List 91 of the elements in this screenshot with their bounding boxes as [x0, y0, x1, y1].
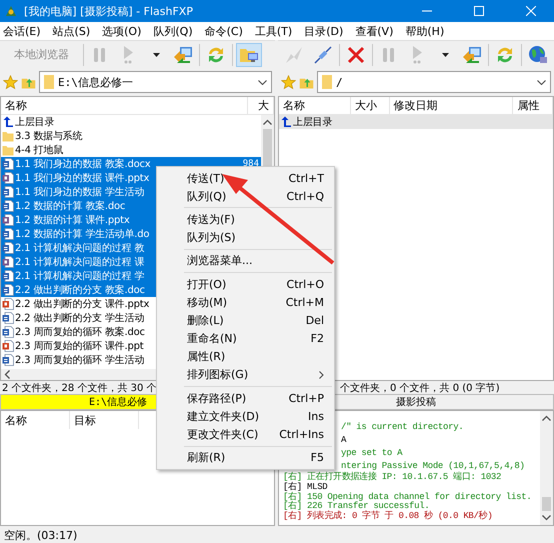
menu-entry[interactable]: 建立文件夹(D) Ins	[157, 407, 334, 426]
log-line: ype set to A	[341, 447, 404, 460]
app-icon	[4, 4, 18, 18]
menu-item[interactable]: 选项(O)	[101, 24, 142, 38]
file-name: 2.1 计算机解决问题的过程 课	[15, 256, 144, 269]
transfer-icon	[462, 44, 482, 64]
menu-entry[interactable]: 刷新(R) F5	[157, 448, 334, 467]
menu-item[interactable]: 目录(D)	[303, 24, 344, 38]
file-name: 2.1 计算机解决问题的过程 教	[15, 242, 144, 255]
log-line: [右] 150 Opening data channel for directory list.	[283, 492, 532, 502]
file-name: 2.3 周而复始的循环 教案.doc	[15, 326, 145, 339]
menu-item[interactable]: 工具(T)	[254, 24, 294, 38]
log-line: [右] 226 Transfer successful.	[283, 502, 430, 512]
menu-entry[interactable]: 重命名(N) F2	[157, 330, 334, 348]
scroll-thumb[interactable]	[542, 497, 551, 511]
file-name: 1.1 我们身边的数据 学生活动	[15, 186, 144, 199]
column-header[interactable]: 大小	[350, 97, 390, 114]
path-text: /	[336, 76, 344, 88]
file-row[interactable]: 上层目录	[279, 115, 553, 129]
menu-item[interactable]: 帮助(H)	[404, 24, 446, 38]
path-field[interactable]: E:\信息必修一	[39, 71, 272, 93]
file-name: 3.3 数据与系统	[15, 130, 82, 143]
path-field[interactable]: /	[317, 71, 551, 93]
scroll-up-icon[interactable]	[263, 119, 272, 125]
close-icon[interactable]	[526, 6, 536, 16]
globe-icon	[528, 44, 548, 64]
path-text: E:\信息必修一	[58, 74, 134, 90]
status-text: 空闲。(03:17)	[4, 528, 78, 542]
file-row[interactable]: 4-4 打地鼠	[1, 143, 261, 157]
view-button[interactable]	[236, 42, 262, 66]
file-name: 1.1 我们身边的数据 课件.pptx	[15, 172, 150, 185]
log-line: [右] 正在打开数据连接 IP: 10.1.67.5 端口: 1032	[283, 473, 502, 482]
log-line: A	[341, 434, 348, 447]
column-header[interactable]: 名称	[1, 411, 70, 429]
file-name: 2.2 做出判断的分支 学生活动	[15, 312, 144, 325]
scroll-up-icon[interactable]	[542, 415, 551, 421]
menu-entry[interactable]: 排列图标(G)	[157, 366, 334, 384]
pane-status: 个文件夹，0 个文件，共 0 (0 字节)	[339, 382, 501, 394]
maximize-icon[interactable]	[474, 6, 484, 16]
close-icon	[346, 44, 366, 64]
file-name: 1.2 数据的计算 课件.pptx	[15, 214, 130, 227]
log-line: /" is current directory.	[341, 421, 464, 434]
star-icon[interactable]	[3, 74, 18, 90]
pane-status: 2 个文件夹，28 个文件，共 30 个	[1, 382, 158, 394]
file-name: 1.1 我们身边的数据 教案.docx	[15, 158, 151, 171]
log-line: [右] MLSD	[283, 482, 328, 492]
menu-item[interactable]: 查看(V)	[354, 24, 394, 38]
file-name: 1.2 数据的计算 学生活动单.do	[15, 228, 150, 241]
scroll-down-icon[interactable]	[542, 515, 551, 521]
caret-icon	[442, 52, 448, 56]
column-header[interactable]: 修改日期	[390, 97, 514, 114]
column-header[interactable]: 大	[248, 97, 274, 114]
menu-entry[interactable]: 属性(R)	[157, 348, 334, 366]
log-line: [右] 列表完成: 0 字节 于 0.08 秒 (0.0 KB/秒)	[283, 512, 494, 522]
menu-entry[interactable]: 更改文件夹(C) Ctrl+Ins	[157, 425, 334, 444]
menu-item[interactable]: 命令(C)	[204, 24, 244, 38]
file-row[interactable]: 3.3 数据与系统	[1, 129, 261, 143]
folder-icon	[2, 130, 14, 142]
file-name: 上层目录	[293, 116, 332, 129]
column-header[interactable]: 属性	[513, 97, 553, 114]
plug-icon	[313, 44, 333, 64]
star-icon[interactable]	[281, 74, 296, 90]
scrollbar[interactable]	[540, 411, 553, 525]
menu-item[interactable]: 站点(S)	[52, 24, 92, 38]
file-name: 上层目录	[15, 116, 54, 129]
caret-icon	[152, 52, 160, 56]
file-name: 2.2 做出判断的分支 教案.doc	[15, 284, 145, 297]
up-arrow-icon	[280, 116, 292, 128]
transfer-icon	[173, 44, 193, 64]
window-title: [我的电脑] [摄影投稿] - FlashFXP	[24, 4, 194, 18]
log-line: ntering Passive Mode (10,1,67,5,4,8)	[341, 460, 526, 472]
up-arrow-icon	[2, 116, 14, 128]
file-name: 2.2 做出判断的分支 课件.pptx	[15, 298, 150, 311]
scroll-left-icon[interactable]	[4, 370, 10, 379]
file-name: 2.3 周而复始的循环 学生活动	[15, 354, 144, 367]
menu-item[interactable]: 会话(E)	[2, 24, 42, 38]
chevron-icon	[258, 80, 267, 84]
file-row[interactable]: 上层目录	[1, 115, 261, 129]
column-header[interactable]: 名称	[1, 97, 248, 114]
file-size: 984	[242, 159, 260, 169]
folder-icon	[44, 75, 54, 89]
file-name: 2.3 周而复始的循环 课件.ppt	[15, 340, 144, 353]
folder-icon	[322, 75, 332, 89]
chevron-icon	[537, 80, 546, 84]
column-header[interactable]: 目标	[70, 411, 139, 429]
column-header[interactable]: 名称	[279, 97, 351, 114]
menu-item[interactable]: 队列(Q)	[152, 24, 194, 38]
file-name: 4-4 打地鼠	[15, 144, 64, 157]
file-name: 2.1 计算机解决问题的过程 学	[15, 270, 144, 283]
menu-entry[interactable]: 删除(L) Del	[157, 311, 334, 330]
file-name: 1.2 数据的计算 教案.doc	[15, 200, 126, 213]
